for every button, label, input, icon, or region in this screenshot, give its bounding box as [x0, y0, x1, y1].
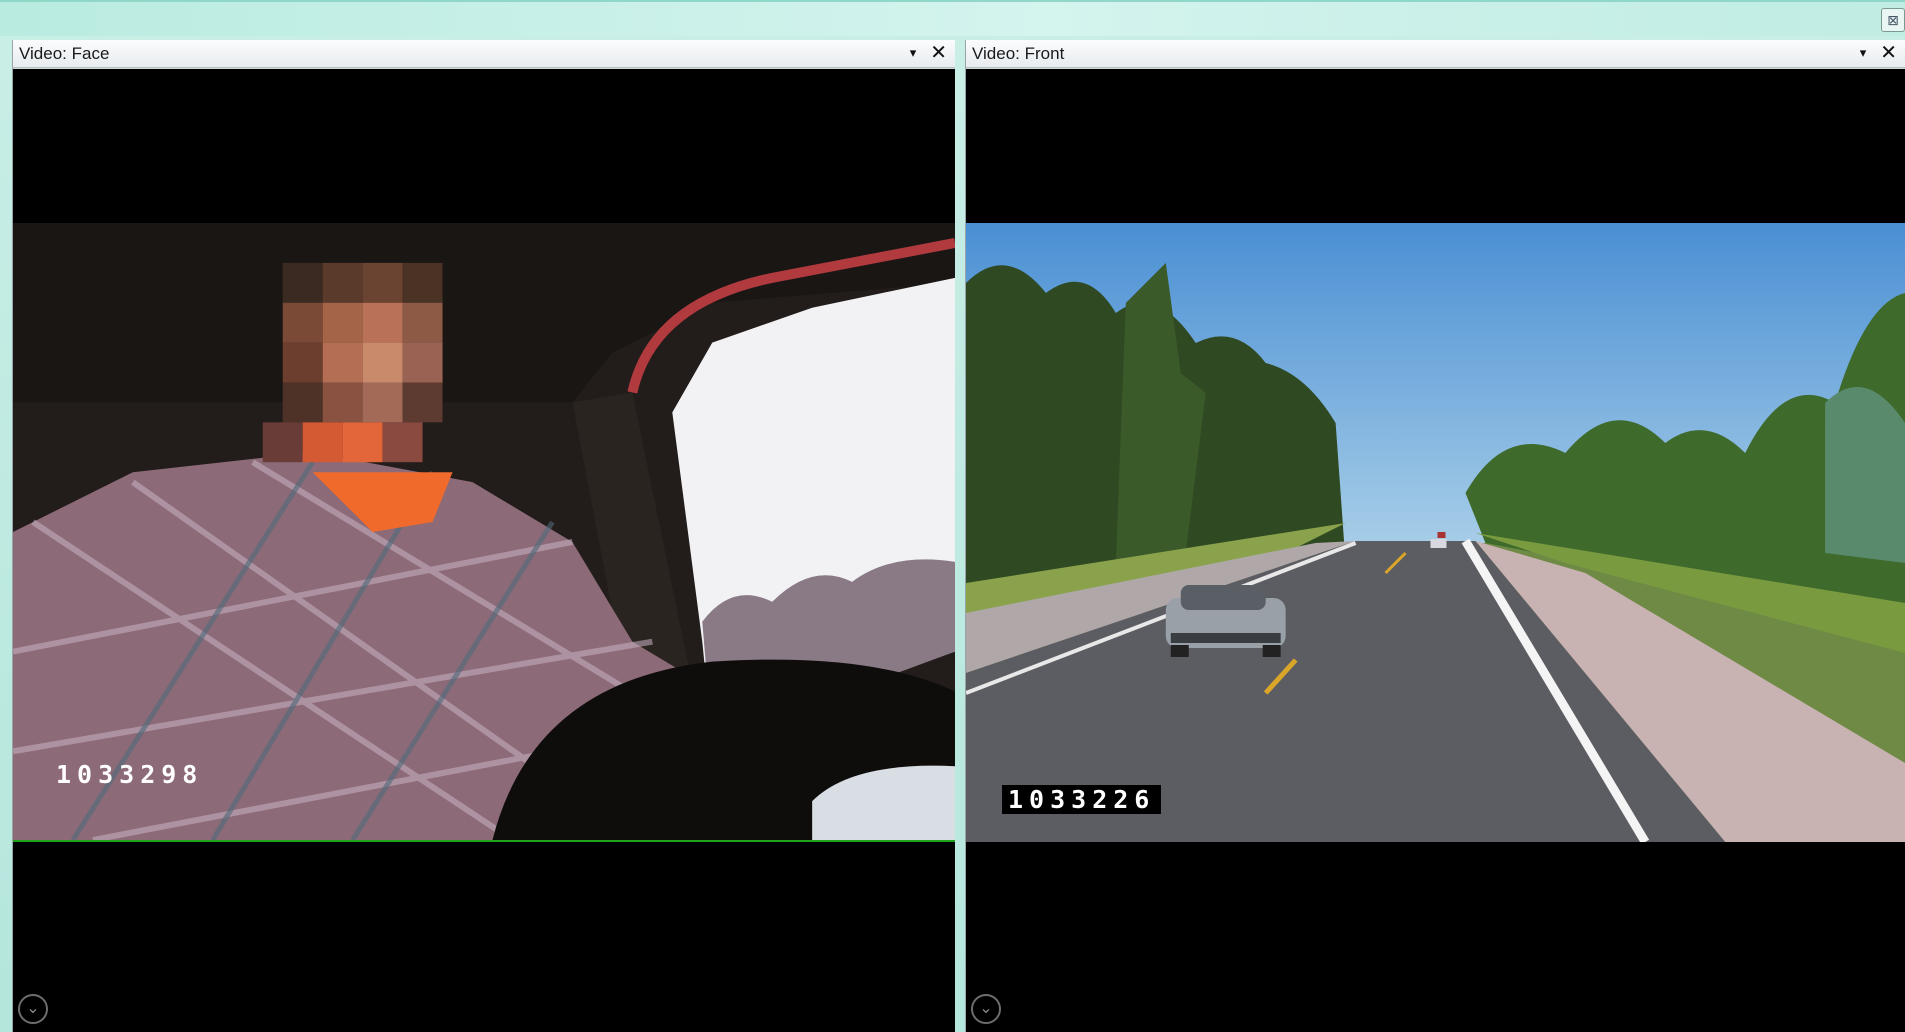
expand-chevron-icon[interactable]: ⌄	[18, 994, 48, 1024]
frame-counter-front: 1033226	[1002, 785, 1162, 814]
video-frame-face: 1033298	[13, 223, 955, 842]
video-frame-front: 1033226	[966, 223, 1905, 842]
app-title-bar: ⊠	[0, 0, 1905, 36]
expand-chevron-icon[interactable]: ⌄	[971, 994, 1001, 1024]
video-panel-front: Video: Front ▾ ✕ 1033226 ⌄	[965, 40, 1905, 1032]
close-icon[interactable]: ✕	[930, 42, 947, 64]
road-video-image	[966, 223, 1905, 842]
panel-title-face: Video: Face	[19, 43, 110, 63]
video-viewport-face[interactable]: 1033298 ⌄	[13, 69, 955, 1032]
window-close-icon[interactable]: ⊠	[1881, 8, 1905, 32]
close-icon[interactable]: ✕	[1880, 42, 1897, 64]
dropdown-arrow-icon[interactable]: ▾	[1860, 45, 1867, 61]
panel-header-face: Video: Face ▾ ✕	[13, 40, 955, 68]
panel-header-front: Video: Front ▾ ✕	[966, 40, 1905, 68]
panel-title-front: Video: Front	[972, 43, 1065, 63]
dropdown-arrow-icon[interactable]: ▾	[910, 45, 917, 61]
video-panel-face: Video: Face ▾ ✕ 1033298 ⌄	[12, 40, 955, 1032]
video-viewport-front[interactable]: 1033226 ⌄	[966, 69, 1905, 1032]
frame-counter-face: 1033298	[56, 760, 204, 789]
driver-video-image	[13, 223, 955, 840]
